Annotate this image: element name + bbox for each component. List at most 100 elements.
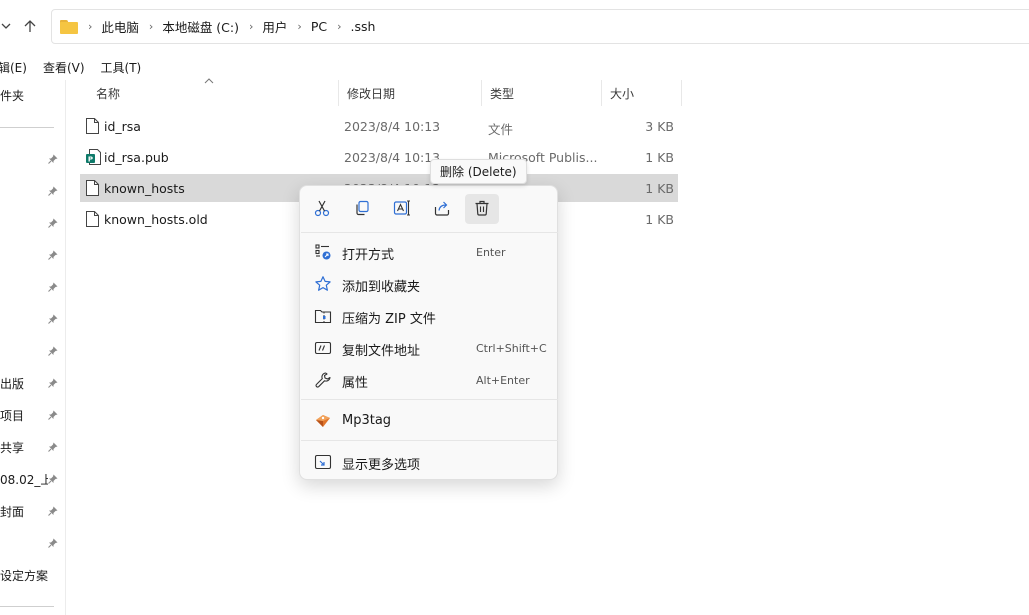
share-icon xyxy=(433,199,451,220)
copy-icon xyxy=(353,199,371,220)
nav-pane-item[interactable] xyxy=(0,213,66,233)
pin-icon xyxy=(47,281,59,293)
navigation-pane: 件夹出版项目共享 08.02_上封面设定方案（电 xyxy=(0,80,66,615)
nav-pane-item[interactable]: 08.02_上 xyxy=(0,469,66,489)
menu-item-add-to-favorites[interactable]: 添加到收藏夹 xyxy=(300,268,559,300)
column-header-name[interactable]: 名称 xyxy=(88,80,339,106)
column-header-name-label: 名称 xyxy=(96,86,121,101)
share-button[interactable] xyxy=(425,194,459,224)
nav-pane-item[interactable] xyxy=(0,181,66,201)
column-header-size[interactable]: 大小 xyxy=(602,80,682,106)
breadcrumb-ssh[interactable]: .ssh xyxy=(351,19,376,34)
pin-icon xyxy=(47,505,59,517)
file-name: id_rsa.pub xyxy=(104,150,169,165)
mp3tag-icon xyxy=(314,412,332,430)
delete-icon xyxy=(473,199,491,220)
nav-pane-item[interactable]: 设定方案（电 xyxy=(0,565,66,585)
menu-item-compress-zip[interactable]: 压缩为 ZIP 文件 xyxy=(300,300,559,332)
nav-pane-item[interactable]: 项目 xyxy=(0,405,66,425)
svg-text:P: P xyxy=(88,155,93,163)
column-header-date[interactable]: 修改日期 xyxy=(339,80,482,106)
up-arrow-icon[interactable] xyxy=(20,14,40,38)
blank-file-icon xyxy=(86,211,99,227)
pin-icon xyxy=(47,313,59,325)
nav-pane-item[interactable] xyxy=(0,245,66,265)
file-date: 2023/8/4 10:13 xyxy=(344,119,441,134)
breadcrumb-local-disk[interactable]: 本地磁盘 (C:) xyxy=(162,17,239,36)
file-date: 2023/8/4 10:13 xyxy=(344,150,441,165)
nav-pane-item-label: 08.02_上 xyxy=(0,473,48,487)
menu-tools[interactable]: 工具(T) xyxy=(101,59,142,76)
file-row[interactable]: P id_rsa.pub 2023/8/4 10:13 Microsoft Pu… xyxy=(80,143,678,171)
breadcrumb-this-pc[interactable]: 此电脑 xyxy=(101,17,139,36)
menu-divider xyxy=(301,399,558,400)
rename-button[interactable] xyxy=(385,194,419,224)
menu-view[interactable]: 查看(V) xyxy=(43,59,85,76)
menu-item-shortcut: Ctrl+Shift+C xyxy=(476,342,547,355)
file-name: id_rsa xyxy=(104,119,141,134)
pin-icon xyxy=(47,537,59,549)
chevron-right-icon: › xyxy=(337,20,342,33)
nav-pane-item[interactable] xyxy=(0,277,66,297)
menu-edit[interactable]: 辑(E) xyxy=(0,59,27,76)
pin-icon xyxy=(47,441,59,453)
nav-pane-item[interactable] xyxy=(0,149,66,169)
pin-icon xyxy=(47,409,59,421)
nav-pane-item[interactable] xyxy=(0,533,66,553)
menu-item-shortcut: Enter xyxy=(476,246,506,259)
publisher-file-icon: P xyxy=(86,149,101,165)
menu-item-label: 添加到收藏夹 xyxy=(342,280,421,295)
nav-divider xyxy=(0,127,54,128)
blank-file-icon xyxy=(86,118,99,134)
nav-pane-item-label: 共享 xyxy=(0,441,25,455)
nav-pane-item[interactable]: 出版 xyxy=(0,373,66,393)
nav-pane-item[interactable]: 封面 xyxy=(0,501,66,521)
nav-divider xyxy=(0,606,54,607)
pin-icon xyxy=(47,377,59,389)
pin-icon xyxy=(47,473,59,485)
file-size: 1 KB xyxy=(645,212,674,227)
menu-divider xyxy=(301,440,558,441)
context-menu: 打开方式 Enter 添加到收藏夹 压缩为 ZIP 文件 复制文件地址 Ctrl… xyxy=(299,185,558,480)
zip-icon xyxy=(314,307,332,325)
menu-bar: 辑(E) 查看(V) 工具(T) xyxy=(0,56,157,78)
menu-item-label: 压缩为 ZIP 文件 xyxy=(342,312,436,327)
copy-button[interactable] xyxy=(345,194,379,224)
menu-item-properties[interactable]: 属性 Alt+Enter xyxy=(300,364,559,396)
wrench-icon xyxy=(314,371,332,389)
cut-button[interactable] xyxy=(305,194,339,224)
column-header-date-label: 修改日期 xyxy=(347,86,396,101)
menu-item-copy-as-path[interactable]: 复制文件地址 Ctrl+Shift+C xyxy=(300,332,559,364)
nav-pane-item[interactable]: 共享 xyxy=(0,437,66,457)
file-type: 文件 xyxy=(488,122,514,137)
breadcrumb-pc[interactable]: PC xyxy=(311,19,327,34)
nav-pane-item[interactable] xyxy=(0,341,66,361)
menu-item-open-with[interactable]: 打开方式 Enter xyxy=(300,236,559,268)
address-bar[interactable]: › 此电脑 › 本地磁盘 (C:) › 用户 › PC › .ssh xyxy=(51,9,1029,44)
nav-pane-item[interactable] xyxy=(0,309,66,329)
nav-pane-item[interactable]: 件夹 xyxy=(0,85,66,105)
column-header-type[interactable]: 类型 xyxy=(482,80,602,106)
file-size: 1 KB xyxy=(645,150,674,165)
menu-item-label: 打开方式 xyxy=(342,248,395,263)
tooltip-text: 删除 (Delete) xyxy=(440,165,517,179)
pin-icon xyxy=(47,185,59,197)
delete-button[interactable] xyxy=(465,194,499,224)
file-row[interactable]: id_rsa 2023/8/4 10:13 文件 3 KB xyxy=(80,112,678,140)
context-menu-icon-bar xyxy=(300,186,559,232)
nav-pane-item-label: 项目 xyxy=(0,409,25,423)
recent-locations-chevron-icon[interactable] xyxy=(0,14,16,38)
address-toolbar: › 此电脑 › 本地磁盘 (C:) › 用户 › PC › .ssh xyxy=(0,0,1029,52)
breadcrumb-users[interactable]: 用户 xyxy=(262,17,287,36)
delete-tooltip: 删除 (Delete) xyxy=(430,159,527,184)
cut-icon xyxy=(313,199,331,220)
menu-item-show-more-options[interactable]: 显示更多选项 xyxy=(300,446,559,478)
menu-divider xyxy=(301,232,558,233)
column-headers: 名称 修改日期 类型 大小 xyxy=(80,78,682,106)
menu-item-label: 属性 xyxy=(342,376,369,391)
file-size: 1 KB xyxy=(645,181,674,196)
column-header-type-label: 类型 xyxy=(490,86,515,101)
nav-pane-item-label: 件夹 xyxy=(0,89,25,103)
chevron-right-icon: › xyxy=(148,20,154,33)
menu-item-mp3tag[interactable]: Mp3tag xyxy=(300,405,559,437)
